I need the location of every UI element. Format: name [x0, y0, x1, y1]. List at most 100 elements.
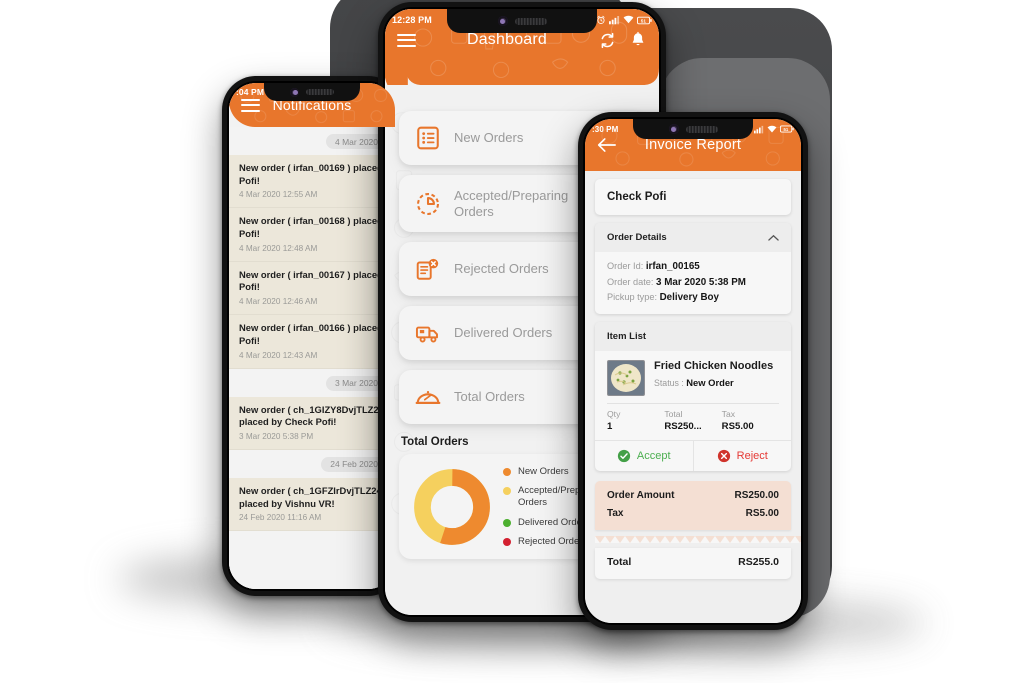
list-item[interactable]: New order ( irfan_00166 ) placed by Chec… — [229, 315, 395, 369]
menu-item-label: Delivered Orders — [454, 325, 553, 341]
notification-time: 4 Mar 2020 12:43 AM — [239, 350, 318, 360]
notification-time: 4 Mar 2020 12:46 AM — [239, 297, 318, 307]
cell-value: RS5.00 — [721, 421, 754, 432]
row-label: Tax — [607, 508, 624, 519]
legend-swatch-accepted — [503, 487, 511, 496]
notifications-body: 4 Mar 2020 New order ( irfan_00169 ) pla… — [229, 83, 395, 589]
row-value: Delivery Boy — [659, 292, 719, 303]
phone-bezel: Check Pofi Order Details Order Id: irfan… — [583, 117, 803, 625]
front-camera-icon — [290, 87, 299, 97]
item-status: Status : New Order — [654, 377, 779, 388]
wifi-icon — [767, 125, 777, 132]
notification-text: New order ( ch_1GIZY8DvjTLZ24WIfKqV ) pl… — [239, 404, 385, 429]
row-label: Order Id: — [607, 261, 644, 271]
order-details-card: Order Details Order Id: irfan_00165 Orde… — [595, 223, 791, 314]
list-fade-overlay — [229, 529, 395, 589]
signal-bars-icon — [754, 125, 764, 133]
legend-label: New Orders — [518, 466, 569, 478]
legend-label: Rejected Orders — [518, 535, 588, 547]
front-camera-icon — [497, 16, 508, 26]
row-value: RS250.00 — [734, 490, 779, 501]
order-id-row: Order Id: irfan_00165 — [607, 261, 779, 272]
cell-value: RS250... — [664, 421, 702, 432]
notification-line1: New order ( ch_1GIZY8DvjTLZ24WIfKqV ) — [239, 403, 385, 415]
chevron-up-icon[interactable] — [768, 234, 779, 242]
section-title: Order Details — [607, 232, 667, 243]
list-item[interactable]: New order ( ch_1GFZIrDvjTLZ24WIkpQw ) pl… — [229, 477, 395, 532]
phone-screen: Check Pofi Order Details Order Id: irfan… — [585, 119, 801, 623]
notification-bell-icon[interactable] — [629, 30, 647, 50]
cross-circle-icon — [717, 449, 730, 463]
earpiece-speaker-icon — [306, 89, 334, 95]
hamburger-menu-icon[interactable] — [397, 33, 416, 47]
item-row: Fried Chicken Noodles Status : New Order — [595, 351, 791, 396]
refresh-icon[interactable] — [598, 31, 617, 50]
phone-invoice-report: Check Pofi Order Details Order Id: irfan… — [578, 112, 808, 630]
page-title: Invoice Report — [644, 137, 742, 153]
list-item[interactable]: New order ( irfan_00169 ) placed by Chec… — [229, 155, 395, 209]
list-item[interactable]: New order ( irfan_00167 ) placed by Chec… — [229, 261, 395, 316]
status-bar-time: 12:28 PM — [392, 15, 432, 25]
earpiece-speaker-icon — [514, 17, 547, 25]
menu-item-label: Accepted/Preparing Orders — [454, 188, 569, 219]
notification-line2: Pofi! — [239, 228, 260, 240]
order-list-icon — [417, 126, 439, 150]
tax-row: Tax RS5.00 — [607, 508, 779, 519]
notification-line1: New order ( irfan_00167 ) placed by Chec… — [239, 268, 385, 280]
notification-line2: Pofi! — [239, 334, 260, 346]
fried-chicken-noodles-image — [608, 361, 644, 395]
notification-group: 4 Mar 2020 New order ( irfan_00169 ) pla… — [229, 134, 395, 369]
alarm-icon — [597, 15, 605, 24]
status-bar-time: :30 PM — [592, 124, 619, 134]
menu-item-label: Rejected Orders — [454, 261, 549, 277]
composite-scene: 4 Mar 2020 New order ( irfan_00169 ) pla… — [0, 0, 1024, 683]
earpiece-speaker-icon — [685, 125, 718, 133]
row-value: 3 Mar 2020 5:38 PM — [656, 276, 746, 288]
notification-line2: placed by Vishnu VR! — [239, 497, 335, 509]
wifi-icon — [623, 15, 634, 24]
cell-value: 1 — [607, 421, 613, 432]
notification-line2: Pofi! — [239, 281, 260, 293]
total-value: RS255.0 — [738, 556, 779, 568]
item-name: Fried Chicken Noodles — [654, 360, 774, 372]
notification-line1: New order ( irfan_00166 ) placed by Chec… — [239, 322, 385, 334]
legend-swatch-delivered — [503, 518, 511, 527]
summary-card: Order Amount RS250.00 Tax RS5.00 — [595, 481, 791, 530]
row-value: irfan_00165 — [645, 261, 700, 272]
phone-bezel: 4 Mar 2020 New order ( irfan_00169 ) pla… — [227, 81, 397, 591]
reject-button[interactable]: Reject — [694, 441, 792, 471]
phone-screen: 4 Mar 2020 New order ( irfan_00169 ) pla… — [229, 83, 395, 589]
item-actions: Accept Reject — [595, 440, 791, 471]
menu-item-label: New Orders — [454, 130, 524, 146]
notification-list[interactable]: 4 Mar 2020 New order ( irfan_00169 ) pla… — [229, 127, 395, 589]
notification-time: 3 Mar 2020 5:38 PM — [239, 431, 314, 441]
total-row: Total RS255.0 — [595, 548, 791, 579]
column-header: Total — [664, 409, 683, 419]
notification-text: New order ( ch_1GFZIrDvjTLZ24WIkpQw ) pl… — [239, 485, 385, 510]
signal-bars-icon — [609, 16, 620, 25]
notification-text: New order ( irfan_00168 ) placed by Chec… — [239, 215, 385, 240]
header-actions — [598, 30, 647, 50]
battery-icon: 51 — [637, 16, 652, 24]
svg-text:51: 51 — [783, 127, 788, 132]
row-value: RS5.00 — [745, 508, 779, 519]
phone-notch — [447, 9, 597, 33]
list-item[interactable]: New order ( ch_1GIZY8DvjTLZ24WIfKqV ) pl… — [229, 396, 395, 450]
section-title: Item List — [607, 331, 647, 342]
notification-line1: New order ( irfan_00168 ) placed by Chec… — [239, 215, 385, 227]
order-details-header[interactable]: Order Details — [595, 223, 791, 252]
back-arrow-icon[interactable] — [597, 137, 616, 153]
tax-column: Tax RS5.00 — [722, 409, 779, 432]
accept-button[interactable]: Accept — [595, 441, 694, 471]
order-details-rows: Order Id: irfan_00165 Order date: 3 Mar … — [595, 252, 791, 314]
total-label: Total — [607, 556, 632, 568]
food-cloche-icon — [415, 391, 441, 405]
status-bar-time: :04 PM — [236, 87, 264, 97]
order-date-row: Order date: 3 Mar 2020 5:38 PM — [607, 277, 779, 288]
notification-line1: New order ( ch_1GFZIrDvjTLZ24WIkpQw ) — [239, 484, 385, 496]
svg-text:51: 51 — [641, 18, 647, 23]
item-list-header: Item List — [595, 322, 791, 351]
document-reject-icon — [416, 259, 439, 280]
notification-text: New order ( irfan_00166 ) placed by Chec… — [239, 322, 385, 347]
list-item[interactable]: New order ( irfan_00168 ) placed by Chec… — [229, 208, 395, 262]
